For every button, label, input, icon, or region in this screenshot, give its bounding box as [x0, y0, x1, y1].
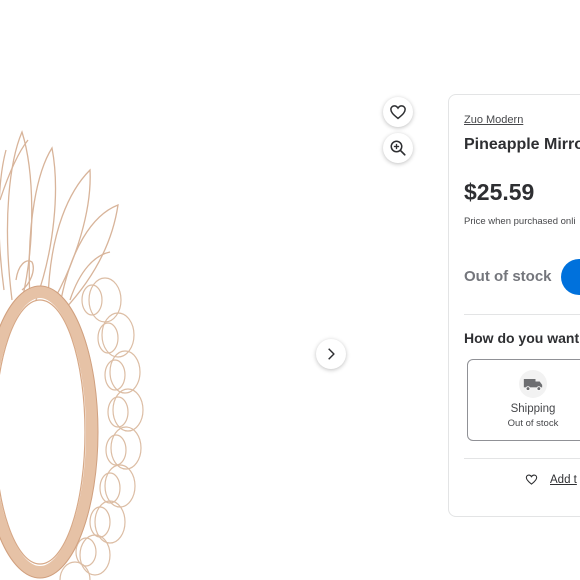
brand-link[interactable]: Zuo Modern	[464, 114, 523, 126]
product-price: $25.59	[464, 179, 535, 205]
add-to-registry-link[interactable]: Add t	[525, 473, 577, 486]
add-to-registry-label: Add t	[550, 473, 577, 486]
chevron-right-icon	[328, 348, 335, 360]
shipping-option-card[interactable]: Shipping Out of stock	[467, 359, 580, 441]
product-title: Pineapple Mirro	[464, 136, 580, 153]
price-note: Price when purchased onli	[464, 216, 576, 227]
divider	[464, 314, 580, 315]
buy-box: Zuo Modern Pineapple Mirro $25.59 Price …	[448, 94, 580, 517]
truck-icon	[523, 379, 543, 391]
divider	[464, 458, 580, 459]
fulfillment-heading: How do you want	[464, 330, 580, 346]
product-image	[0, 130, 144, 580]
notify-button[interactable]	[561, 259, 580, 295]
heart-icon	[525, 474, 538, 485]
stock-status: Out of stock	[464, 268, 552, 285]
shipping-status: Out of stock	[507, 418, 559, 429]
shipping-icon-badge	[519, 370, 547, 398]
zoom-button[interactable]	[383, 133, 413, 163]
shipping-label: Shipping	[510, 403, 556, 415]
next-image-button[interactable]	[316, 339, 346, 369]
favorite-button[interactable]	[383, 97, 413, 127]
heart-icon	[390, 105, 406, 120]
zoom-in-icon	[390, 140, 406, 156]
